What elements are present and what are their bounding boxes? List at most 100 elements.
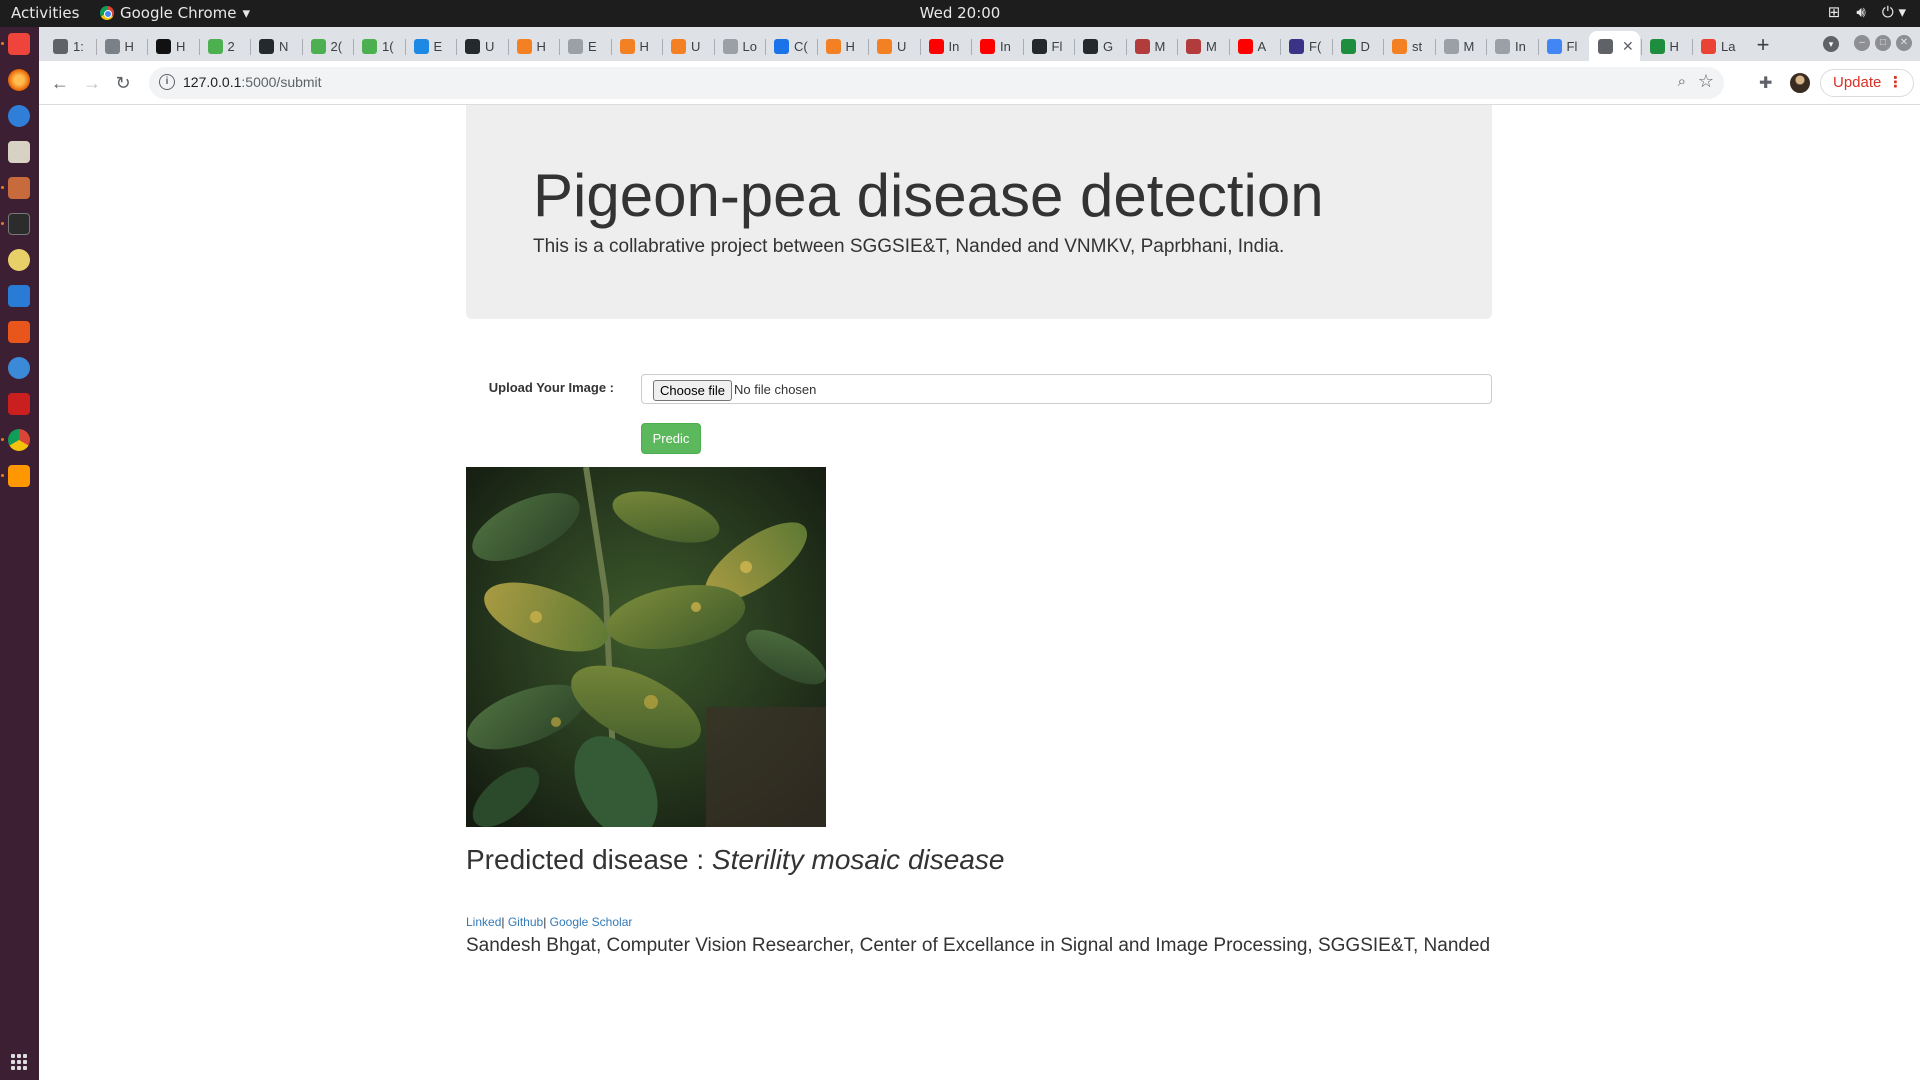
- browser-tab[interactable]: H: [147, 31, 198, 61]
- browser-tab[interactable]: M: [1125, 31, 1177, 61]
- rhythmbox-icon[interactable]: [8, 249, 30, 271]
- anydesk-icon[interactable]: [8, 33, 30, 55]
- back-arrow-icon[interactable]: ←: [48, 71, 72, 95]
- volume-icon: 🔊︎: [1856, 3, 1866, 21]
- tab-label: 1(: [382, 38, 394, 54]
- browser-tab[interactable]: N: [250, 31, 301, 61]
- network-icon: ⊞: [1827, 3, 1841, 21]
- chrome-dock-icon[interactable]: [8, 429, 30, 451]
- reload-icon[interactable]: ↻: [111, 71, 135, 95]
- tab-favicon-icon: [53, 38, 68, 54]
- browser-tab[interactable]: st: [1383, 31, 1434, 61]
- power-icon: ⏻ ▾: [1881, 3, 1906, 21]
- tab-favicon-icon: [619, 38, 635, 54]
- tab-label: U: [485, 38, 495, 54]
- show-applications-icon[interactable]: [11, 1054, 27, 1070]
- help-icon[interactable]: [8, 357, 30, 379]
- tab-favicon-icon: [1443, 38, 1459, 54]
- tab-label: M: [1154, 38, 1166, 54]
- tab-favicon-icon: [877, 38, 892, 54]
- browser-tab[interactable]: Fl: [1537, 31, 1589, 61]
- browser-tab[interactable]: H: [610, 31, 662, 61]
- clock[interactable]: Wed 20:00: [920, 4, 1001, 22]
- predict-button[interactable]: Predic: [641, 423, 701, 454]
- browser-tab[interactable]: U: [456, 31, 507, 61]
- browser-tab[interactable]: D: [1331, 31, 1383, 61]
- tab-label: H: [1669, 38, 1679, 54]
- file-input[interactable]: Choose file No file chosen: [641, 374, 1492, 404]
- tab-favicon-icon: [774, 38, 789, 54]
- tab-search-icon[interactable]: ▾: [1823, 36, 1839, 52]
- browser-tab[interactable]: U: [868, 31, 919, 61]
- browser-tab[interactable]: F(: [1280, 31, 1331, 61]
- software-center-icon[interactable]: [8, 321, 30, 343]
- browser-tab[interactable]: La: [1692, 31, 1743, 61]
- terminal-icon[interactable]: [8, 213, 30, 235]
- tab-label: st: [1412, 38, 1423, 54]
- address-bar[interactable]: i 127.0.0.1:5000/submit ⌕ ☆: [149, 67, 1724, 99]
- tab-favicon-icon: [104, 38, 120, 54]
- filezilla-icon[interactable]: [8, 393, 30, 415]
- browser-tab[interactable]: Fl: [1022, 31, 1074, 61]
- forward-arrow-icon[interactable]: →: [80, 71, 104, 95]
- browser-tab[interactable]: G: [1074, 31, 1125, 61]
- prediction-result: Predicted disease : Sterility mosaic dis…: [466, 844, 1004, 876]
- browser-tab[interactable]: H: [816, 31, 868, 61]
- tab-favicon-icon: [516, 38, 532, 54]
- browser-tab[interactable]: C(: [765, 31, 816, 61]
- tab-favicon-icon: [207, 38, 223, 54]
- writer-icon[interactable]: [8, 285, 30, 307]
- system-tray[interactable]: ⊞ 🔊︎ ⏻ ▾: [1828, 3, 1906, 21]
- tab-close-icon[interactable]: ✕: [1622, 38, 1634, 55]
- tab-favicon-icon: [465, 38, 480, 54]
- browser-tab[interactable]: In: [971, 31, 1022, 61]
- browser-tab[interactable]: U: [662, 31, 713, 61]
- minimize-button[interactable]: –: [1854, 35, 1870, 51]
- tab-favicon-icon: [1546, 38, 1562, 54]
- browser-tab[interactable]: 2: [198, 31, 250, 61]
- activities-button[interactable]: Activities: [11, 4, 79, 22]
- linkedin-link[interactable]: Linked: [466, 915, 501, 929]
- browser-tab[interactable]: M: [1434, 31, 1486, 61]
- browser-tab[interactable]: Lo: [713, 31, 765, 61]
- tab-favicon-icon: [568, 38, 583, 54]
- github-link[interactable]: Github: [508, 915, 543, 929]
- zoom-icon[interactable]: ⌕: [1678, 73, 1686, 90]
- browser-tab[interactable]: H: [1640, 31, 1692, 61]
- browser-tab[interactable]: H: [95, 31, 147, 61]
- files-editor-icon[interactable]: [8, 141, 30, 163]
- browser-tab[interactable]: 2(: [301, 31, 353, 61]
- google-scholar-link[interactable]: Google Scholar: [550, 915, 633, 929]
- maximize-button[interactable]: □: [1875, 35, 1891, 51]
- sublime-text-icon[interactable]: [8, 465, 30, 487]
- browser-tab[interactable]: 1:: [44, 31, 95, 61]
- tab-label: H: [845, 38, 855, 54]
- tab-label: D: [1360, 38, 1370, 54]
- browser-tab[interactable]: E: [559, 31, 610, 61]
- browser-tab[interactable]: E: [404, 31, 456, 61]
- tab-active[interactable]: ✕: [1589, 31, 1640, 61]
- bookmark-star-icon[interactable]: ☆: [1698, 71, 1714, 92]
- browser-tab[interactable]: H: [507, 31, 559, 61]
- update-button[interactable]: Update ⋮: [1820, 69, 1914, 97]
- browser-tab[interactable]: A: [1228, 31, 1280, 61]
- tab-label: 1:: [73, 38, 84, 54]
- predicted-disease: Sterility mosaic disease: [711, 844, 1005, 875]
- app-menu[interactable]: Google Chrome ▾: [100, 4, 250, 22]
- extensions-puzzle-icon[interactable]: ✚: [1759, 73, 1772, 93]
- tab-favicon-icon: [1701, 38, 1716, 54]
- browser-tab[interactable]: 1(: [353, 31, 404, 61]
- browser-tab[interactable]: M: [1177, 31, 1228, 61]
- tab-favicon-icon: [1495, 38, 1510, 54]
- close-window-button[interactable]: ✕: [1896, 35, 1912, 51]
- profile-avatar[interactable]: [1790, 73, 1810, 93]
- thunderbird-icon[interactable]: [8, 105, 30, 127]
- site-info-icon[interactable]: i: [159, 74, 175, 90]
- firefox-icon[interactable]: [8, 69, 30, 91]
- new-tab-button[interactable]: +: [1750, 33, 1776, 59]
- choose-file-button[interactable]: Choose file: [653, 380, 733, 401]
- browser-tab[interactable]: In: [1486, 31, 1537, 61]
- file-manager-icon[interactable]: [8, 177, 30, 199]
- browser-tab[interactable]: In: [919, 31, 971, 61]
- tab-favicon-icon: [1237, 38, 1253, 54]
